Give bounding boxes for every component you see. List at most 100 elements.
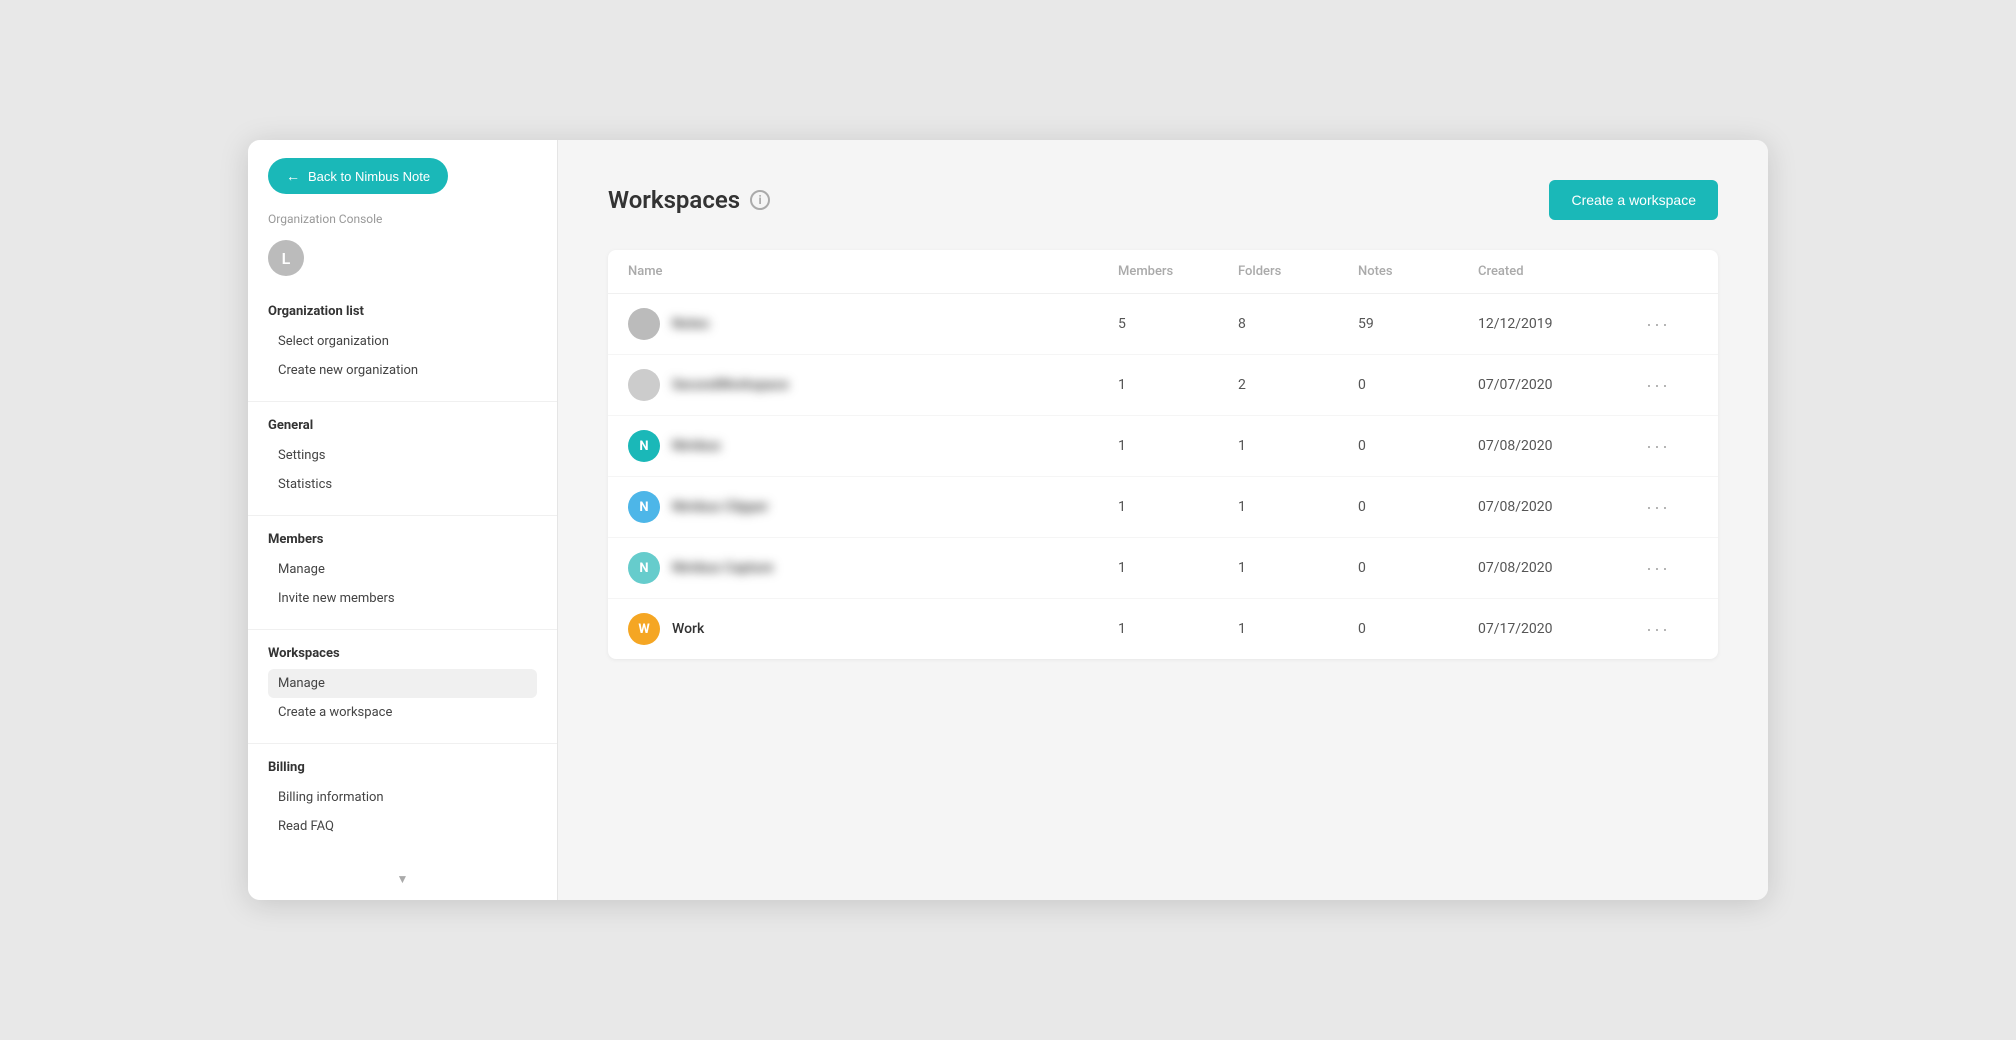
more-options-button[interactable]: ··· [1638,310,1678,339]
cell-notes: 0 [1358,438,1478,454]
sidebar-item-create-a-workspace[interactable]: Create a workspace [268,698,537,727]
sidebar-item-read-faq[interactable]: Read FAQ [268,812,537,841]
table-row: SecondWorkspace 12007/07/2020··· [608,355,1718,416]
cell-folders: 1 [1238,438,1358,454]
workspace-name: SecondWorkspace [672,377,789,393]
workspace-name-cell: N Nimbus [628,430,1118,462]
workspace-avatar: N [628,491,660,523]
org-console-label: Organization Console [248,212,557,240]
cell-members: 1 [1118,621,1238,637]
workspace-table: Name Members Folders Notes Created Notes… [608,250,1718,659]
workspace-name: Nimbus [672,438,721,454]
sidebar-item-create-new-organization[interactable]: Create new organization [268,356,537,385]
sidebar-item-billing-information[interactable]: Billing information [268,783,537,812]
more-options-button[interactable]: ··· [1638,432,1678,461]
workspace-name: Notes [672,316,709,332]
sidebar-item-settings[interactable]: Settings [268,441,537,470]
cell-members: 1 [1118,499,1238,515]
cell-folders: 1 [1238,499,1358,515]
cell-notes: 0 [1358,499,1478,515]
cell-folders: 8 [1238,316,1358,332]
workspace-name-cell: W Work [628,613,1118,645]
cell-created: 07/08/2020 [1478,560,1638,576]
create-workspace-button[interactable]: Create a workspace [1549,180,1718,220]
workspace-name-cell: SecondWorkspace [628,369,1118,401]
col-header-notes: Notes [1358,264,1478,279]
divider-billing [248,743,557,744]
cell-folders: 2 [1238,377,1358,393]
workspace-avatar [628,308,660,340]
cell-folders: 1 [1238,560,1358,576]
back-arrow-icon: ← [286,168,300,184]
sidebar-section-members: Members Manage Invite new members [248,522,557,613]
cell-actions: ··· [1638,432,1698,461]
divider-general [248,401,557,402]
back-button-label: Back to Nimbus Note [308,169,430,184]
more-options-button[interactable]: ··· [1638,371,1678,400]
sidebar: ← Back to Nimbus Note Organization Conso… [248,140,558,900]
workspace-name: Nimbus Capture [672,560,773,576]
cell-created: 07/08/2020 [1478,499,1638,515]
page-header: Workspaces i Create a workspace [608,180,1718,220]
sidebar-item-invite-new-members[interactable]: Invite new members [268,584,537,613]
workspace-name: Nimbus Clipper [672,499,769,515]
cell-created: 07/07/2020 [1478,377,1638,393]
page-title: Workspaces [608,186,740,214]
table-row: NNimbus Clipper11007/08/2020··· [608,477,1718,538]
section-title-members: Members [268,522,537,547]
cell-actions: ··· [1638,493,1698,522]
section-title-workspaces: Workspaces [268,636,537,661]
col-header-created: Created [1478,264,1638,279]
cell-actions: ··· [1638,554,1698,583]
sidebar-item-select-organization[interactable]: Select organization [268,327,537,356]
workspace-avatar [628,369,660,401]
cell-members: 5 [1118,316,1238,332]
col-header-folders: Folders [1238,264,1358,279]
sidebar-section-billing: Billing Billing information Read FAQ [248,750,557,841]
workspace-avatar: N [628,430,660,462]
sidebar-item-statistics[interactable]: Statistics [268,470,537,499]
table-row: Notes585912/12/2019··· [608,294,1718,355]
page-title-row: Workspaces i [608,186,770,214]
cell-members: 1 [1118,377,1238,393]
sidebar-section-workspaces: Workspaces Manage Create a workspace [248,636,557,727]
back-button[interactable]: ← Back to Nimbus Note [268,158,448,194]
cell-notes: 0 [1358,621,1478,637]
divider-workspaces [248,629,557,630]
scroll-down-icon[interactable]: ▼ [248,868,557,890]
section-title-billing: Billing [268,750,537,775]
col-header-name: Name [628,264,1118,279]
workspace-name-cell: Notes [628,308,1118,340]
workspace-avatar: W [628,613,660,645]
workspace-name-cell: N Nimbus Clipper [628,491,1118,523]
table-header: Name Members Folders Notes Created [608,250,1718,294]
info-icon[interactable]: i [750,190,770,210]
table-body: Notes585912/12/2019···SecondWorkspace120… [608,294,1718,659]
col-header-members: Members [1118,264,1238,279]
section-title-general: General [268,408,537,433]
main-content: Workspaces i Create a workspace Name Mem… [558,140,1768,900]
cell-members: 1 [1118,560,1238,576]
table-row: NNimbus Capture11007/08/2020··· [608,538,1718,599]
sidebar-item-members-manage[interactable]: Manage [268,555,537,584]
more-options-button[interactable]: ··· [1638,554,1678,583]
cell-actions: ··· [1638,310,1698,339]
app-window: ← Back to Nimbus Note Organization Conso… [248,140,1768,900]
table-row: WWork11007/17/2020··· [608,599,1718,659]
cell-notes: 0 [1358,377,1478,393]
table-row: NNimbus11007/08/2020··· [608,416,1718,477]
sidebar-section-general: General Settings Statistics [248,408,557,499]
cell-created: 07/17/2020 [1478,621,1638,637]
cell-created: 07/08/2020 [1478,438,1638,454]
col-header-actions [1638,264,1698,279]
workspace-name-cell: N Nimbus Capture [628,552,1118,584]
cell-actions: ··· [1638,615,1698,644]
workspace-avatar: N [628,552,660,584]
sidebar-item-workspaces-manage[interactable]: Manage [268,669,537,698]
more-options-button[interactable]: ··· [1638,493,1678,522]
workspace-name: Work [672,621,704,637]
section-title-organization-list: Organization list [268,294,537,319]
sidebar-section-organization-list: Organization list Select organization Cr… [248,294,557,385]
cell-notes: 59 [1358,316,1478,332]
more-options-button[interactable]: ··· [1638,615,1678,644]
